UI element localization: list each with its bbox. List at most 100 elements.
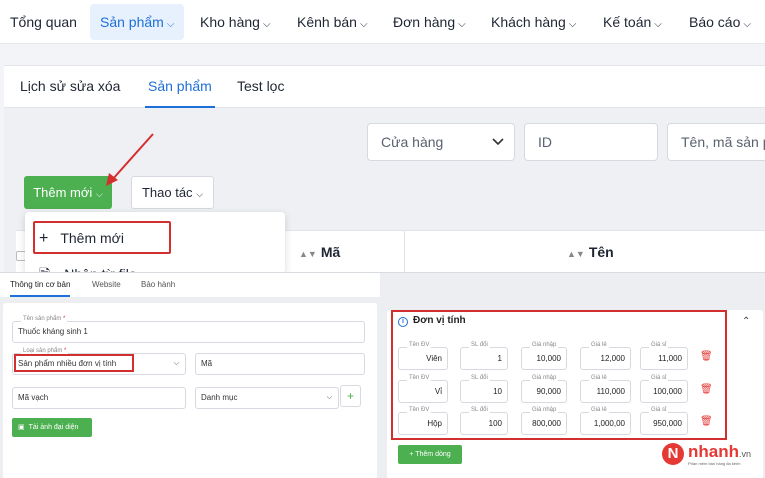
column-divider [404, 231, 405, 273]
unit-cost-field[interactable]: Giá nhập 800,000 [521, 407, 567, 435]
add-category-button[interactable]: + [340, 385, 361, 407]
logo-mark: N [662, 443, 684, 465]
chevron-down-icon: ⌵ [262, 19, 271, 30]
info-icon: i [398, 317, 408, 327]
field-label: SL đổi [469, 342, 490, 349]
sort-icon: ▲▼ [567, 249, 585, 259]
tab-history[interactable]: Lịch sử sửa xóa [20, 66, 120, 108]
field-value: 800,000 [532, 419, 561, 428]
nav-label: Đơn hàng [393, 14, 456, 30]
chevron-down-icon: ⌵ [359, 19, 368, 30]
chevron-down-icon: ⌵ [458, 19, 466, 30]
add-row-button[interactable]: + Thêm dòng [398, 445, 462, 464]
unit-cost-field[interactable]: Giá nhập 90,000 [521, 375, 567, 403]
unit-qty-field[interactable]: SL đổi 10 [460, 375, 508, 403]
image-icon: ▣ [18, 424, 25, 431]
nav-item-kho-hang[interactable]: Kho hàng ⌵ [190, 4, 281, 40]
unit-wholesale-field[interactable]: Giá sỉ 100,000 [640, 375, 688, 403]
nav-item-kenh-ban[interactable]: Kênh bán ⌵ [287, 4, 378, 40]
field-placeholder: Mã vạch [18, 393, 49, 402]
add-row-label: Thêm dòng [415, 451, 451, 458]
field-value: 10 [493, 387, 502, 396]
trash-icon[interactable]: 🗑 [700, 351, 713, 362]
add-new-button[interactable]: Thêm mới ⌵ [24, 176, 112, 209]
annotation-arrow [106, 133, 154, 186]
column-label: Mã [320, 244, 341, 260]
field-value: Viên [426, 354, 442, 363]
chevron-down-icon: ⌵ [654, 19, 662, 30]
nav-label: Sản phẩm [100, 14, 164, 30]
barcode-field[interactable]: Mã vạch [12, 387, 186, 409]
field-label: Giá sỉ [649, 407, 669, 414]
store-select[interactable]: Cửa hàng [367, 123, 515, 161]
unit-cost-field[interactable]: Giá nhập 10,000 [521, 342, 567, 370]
nav-item-bao-cao[interactable]: Báo cáo ⌵ [679, 4, 761, 40]
unit-name-field[interactable]: Tên ĐV Hộp [398, 407, 448, 435]
field-label: Giá lẻ [589, 342, 609, 349]
annotation-highlight [14, 354, 134, 372]
chevron-up-icon[interactable]: ⌃ [742, 316, 750, 327]
field-value: Vỉ [434, 387, 442, 396]
required-mark: * [63, 316, 66, 322]
column-label: Tên [588, 244, 614, 260]
field-label: Tên ĐV [407, 407, 432, 414]
form-tab-bar: Thông tin cơ bản Website Bảo hành [0, 273, 380, 297]
field-value: 1 [497, 354, 502, 363]
nav-item-tong-quan[interactable]: Tổng quan [0, 4, 87, 40]
unit-name-field[interactable]: Tên ĐV Viên [398, 342, 448, 370]
upload-avatar-button[interactable]: ▣ Tải ảnh đại diện [12, 418, 92, 437]
logo-suffix: .vn [739, 449, 752, 459]
column-header-name[interactable]: ▲▼ Tên [567, 231, 614, 273]
nav-label: Kênh bán [297, 14, 357, 30]
chevron-down-icon: ⌵ [173, 360, 179, 367]
unit-qty-field[interactable]: SL đổi 1 [460, 342, 508, 370]
add-new-label: Thêm mới [33, 185, 93, 200]
nav-item-san-pham[interactable]: Sản phẩm ⌵ [90, 4, 185, 40]
field-value: 12,000 [600, 354, 625, 363]
unit-retail-field[interactable]: Giá lẻ 1,000,00 [580, 407, 631, 435]
tab-basic-info[interactable]: Thông tin cơ bản [10, 273, 71, 297]
tab-website[interactable]: Website [92, 273, 121, 297]
nav-label: Báo cáo [689, 14, 741, 30]
unit-retail-field[interactable]: Giá lẻ 110,000 [580, 375, 631, 403]
unit-retail-field[interactable]: Giá lẻ 12,000 [580, 342, 631, 370]
name-code-input[interactable]: Tên, mã sản p [667, 123, 765, 161]
field-value: 1,000,00 [593, 419, 625, 428]
field-value: 110,000 [596, 387, 625, 396]
code-field[interactable]: Mã [195, 353, 365, 375]
sort-icon: ▲▼ [299, 249, 317, 259]
chevron-down-icon: ⌵ [196, 189, 204, 199]
column-header-code[interactable]: ▲▼ Mã [299, 231, 340, 273]
field-value: 11,000 [658, 354, 682, 363]
nav-label: Kế toán [603, 14, 652, 30]
tab-products[interactable]: Sản phẩm [145, 66, 215, 108]
trash-icon[interactable]: 🗑 [700, 384, 713, 395]
top-nav: Tổng quan Sản phẩm ⌵ Kho hàng ⌵ Kênh bán ⌵ … [0, 0, 765, 44]
product-name-field[interactable]: Tên sản phẩm * Thuốc kháng sinh 1 [12, 315, 365, 343]
category-select[interactable]: Danh mục ⌵ [195, 387, 339, 409]
unit-wholesale-field[interactable]: Giá sỉ 950,000 [640, 407, 688, 435]
field-label: Giá lẻ [589, 407, 609, 414]
add-new-dropdown: + Thêm mới 🗎 Nhập từ file [25, 212, 285, 274]
units-title-text: Đơn vị tính [413, 315, 466, 326]
id-input[interactable]: ID [524, 123, 658, 161]
unit-wholesale-field[interactable]: Giá sỉ 11,000 [640, 342, 688, 370]
field-label: Tên sản phẩm * [21, 315, 68, 323]
nhanh-logo: N nhanh.vn Phần mềm bán hàng đa kênh [662, 441, 762, 471]
trash-icon[interactable]: 🗑 [700, 416, 713, 427]
nav-item-ke-toan[interactable]: Kế toán ⌵ [593, 4, 672, 40]
field-label: Giá nhập [530, 342, 559, 349]
basic-info-form: Tên sản phẩm * Thuốc kháng sinh 1 Loại s… [3, 303, 377, 478]
id-placeholder: ID [538, 134, 552, 150]
tab-warranty[interactable]: Bảo hành [141, 273, 175, 297]
nav-item-don-hang[interactable]: Đơn hàng ⌵ [383, 4, 476, 40]
chevron-down-icon [492, 124, 504, 160]
units-title: i Đơn vị tính [398, 315, 466, 327]
unit-name-field[interactable]: Tên ĐV Vỉ [398, 375, 448, 403]
nav-item-khach-hang[interactable]: Khách hàng ⌵ [481, 4, 586, 40]
field-label: Giá lẻ [589, 375, 609, 382]
unit-qty-field[interactable]: SL đổi 100 [460, 407, 508, 435]
field-placeholder: Danh mục [201, 393, 238, 402]
field-value: Thuốc kháng sinh 1 [18, 327, 88, 336]
tab-test-filter[interactable]: Test lọc [237, 66, 284, 108]
